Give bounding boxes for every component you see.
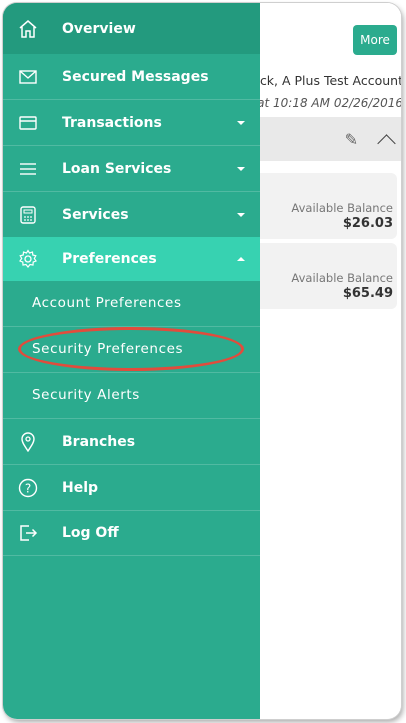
sidebar-item-branches[interactable]: Branches [3, 419, 260, 464]
balance-label: Available Balance [291, 201, 393, 215]
account-date: 02/26/2016 at 10:18 AM [260, 96, 401, 110]
sidebar-subitem-label: Security Alerts [32, 387, 140, 403]
location-pin-icon [18, 431, 38, 452]
pencil-icon[interactable]: ✎ [345, 130, 358, 149]
sidebar-item-services[interactable]: Services [3, 192, 260, 237]
sidebar-item-label: Secured Messages [62, 68, 209, 85]
balance-value: $26.03 [342, 216, 393, 231]
sidebar-item-preferences[interactable]: Preferences [3, 237, 260, 281]
balance-label: Available Balance [291, 271, 393, 285]
sidebar-item-label: Loan Services [62, 160, 172, 177]
chevron-down-icon [237, 120, 245, 125]
sidebar-item-label: Overview [62, 20, 136, 37]
account-title: ck, A Plus Test Account [260, 73, 401, 88]
svg-text:?: ? [25, 481, 31, 495]
more-button[interactable]: More [353, 25, 397, 55]
sidebar-item-label: Transactions [62, 114, 162, 131]
sidebar-item-label: Help [62, 479, 99, 496]
account-card[interactable]: Available Balance $26.03 [260, 173, 397, 239]
list-icon [18, 159, 38, 179]
chevron-down-icon [237, 166, 245, 171]
sidebar-item-loan-services[interactable]: Loan Services [3, 146, 260, 191]
balance-value: $65.49 [342, 286, 393, 301]
account-card[interactable]: Available Balance $65.49 [260, 243, 397, 309]
sidebar-item-secured-messages[interactable]: Secured Messages [3, 54, 260, 99]
logout-icon [18, 523, 38, 543]
sidebar-subitem-label: Account Preferences [32, 295, 182, 311]
sidebar-item-label: Preferences [62, 251, 157, 267]
sidebar-subitem-account-preferences[interactable]: Account Preferences [3, 281, 260, 326]
divider [3, 555, 260, 556]
account-toolbar: ✎ [260, 117, 401, 161]
chevron-up-icon[interactable] [377, 134, 396, 153]
sidebar-item-label: Services [62, 206, 129, 223]
chevron-up-icon [237, 257, 245, 261]
chevron-down-icon [237, 212, 245, 217]
card-icon [18, 113, 38, 133]
sidebar-subitem-security-alerts[interactable]: Security Alerts [3, 373, 260, 418]
sidebar-item-help[interactable]: ? Help [3, 465, 260, 510]
top-bar: More [260, 3, 401, 61]
annotation-ellipse [18, 327, 244, 371]
sidebar-item-overview[interactable]: Overview [3, 3, 260, 54]
sidebar: Overview Secured Messages Transactions L… [3, 3, 260, 719]
sidebar-item-label: Log Off [62, 525, 119, 541]
home-icon [18, 19, 38, 39]
gear-icon [18, 249, 38, 269]
question-icon: ? [18, 478, 38, 498]
phone-frame: More ck, A Plus Test Account 02/26/2016 … [3, 3, 401, 719]
sidebar-item-log-off[interactable]: Log Off [3, 511, 260, 555]
envelope-icon [18, 67, 38, 87]
main-content: More ck, A Plus Test Account 02/26/2016 … [260, 3, 401, 719]
sidebar-item-label: Branches [62, 433, 136, 450]
calculator-icon [18, 205, 38, 225]
sidebar-item-transactions[interactable]: Transactions [3, 100, 260, 145]
